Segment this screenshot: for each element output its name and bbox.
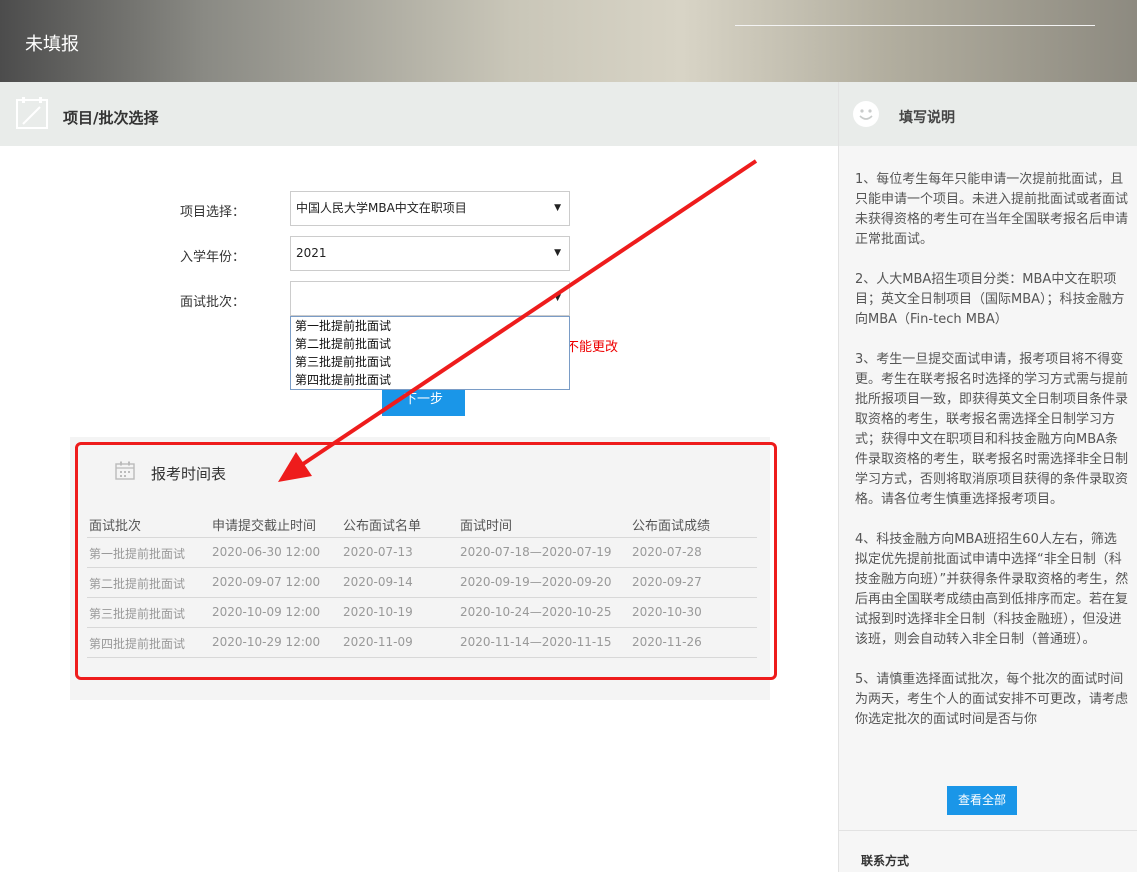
project-select[interactable]: 中国人民大学MBA中文在职项目 ▼ [290,191,570,226]
smiley-icon [853,101,879,127]
caret-down-icon: ▼ [554,293,561,303]
contact-heading: 联系方式 [861,854,910,868]
project-label: 项目选择： [180,205,246,220]
instruction-item: 3、考生一旦提交面试申请，报考项目将不得变更。考生在联考报名时选择的学习方式需与… [855,352,1129,507]
next-step-button[interactable]: 下一步 [382,388,465,416]
annotation-highlight-box [75,442,777,680]
year-select[interactable]: 2021 ▼ [290,236,570,271]
batch-select[interactable]: ▼ [290,281,570,316]
batch-dropdown-list: 第一批提前批面试 第二批提前批面试 第三批提前批面试 第四批提前批面试 [290,316,570,390]
instructions-sidebar: 填写说明 1、每位考生每年只能申请一次提前批面试，且只能申请一个项目。未进入提前… [838,82,1137,872]
section-header: 项目/批次选择 [0,82,838,146]
sidebar-header: 填写说明 [839,82,1137,146]
batch-label: 面试批次： [180,295,246,310]
year-label: 入学年份： [180,250,246,265]
sidebar-divider [839,830,1137,831]
instruction-item: 2、人大MBA招生项目分类：MBA中文在职项目；英文全日制项目（国际MBA）；科… [855,272,1125,327]
banner-divider [735,25,1095,26]
sidebar-title: 填写说明 [899,110,955,126]
instruction-item: 5、请慎重选择面试批次，每个批次的面试时间为两天，考生个人的面试安排不可更改，请… [855,672,1129,727]
batch-option[interactable]: 第四批提前批面试 [291,371,569,389]
caret-down-icon: ▼ [554,203,561,213]
instructions-text: 1、每位考生每年只能申请一次提前批面试，且只能申请一个项目。未进入提前批面试或者… [855,170,1129,775]
project-select-value: 中国人民大学MBA中文在职项目 [296,201,467,215]
year-select-value: 2021 [296,246,327,260]
instruction-item: 4、科技金融方向MBA班招生60人左右，筛选拟定优先提前批面试申请中选择“非全日… [855,532,1129,647]
batch-option[interactable]: 第一批提前批面试 [291,317,569,335]
instruction-item: 1、每位考生每年只能申请一次提前批面试，且只能申请一个项目。未进入提前批面试或者… [855,172,1129,247]
section-title: 项目/批次选择 [63,109,159,127]
warning-text: 不能更改 [566,340,619,355]
batch-option[interactable]: 第三批提前批面试 [291,353,569,371]
caret-down-icon: ▼ [554,248,561,258]
view-all-button[interactable]: 查看全部 [947,786,1017,815]
batch-option[interactable]: 第二批提前批面试 [291,335,569,353]
edit-note-icon [16,97,48,129]
page-status-title: 未填报 [25,34,79,55]
top-banner: 未填报 [0,0,1137,82]
